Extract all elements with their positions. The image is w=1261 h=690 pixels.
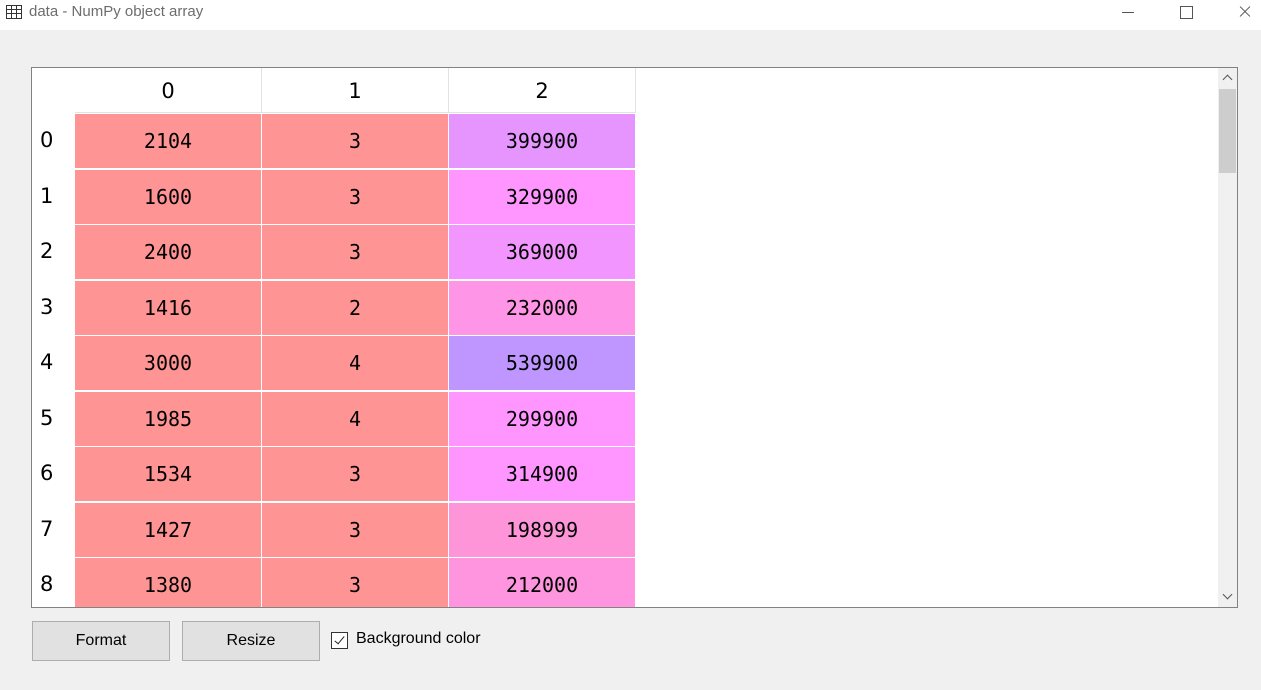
row-header[interactable]: 1: [32, 168, 75, 224]
window-title: data - NumPy object array: [29, 3, 204, 20]
table-cell[interactable]: 2: [262, 280, 448, 335]
maximize-button[interactable]: [1163, 0, 1209, 30]
table-cell[interactable]: 198999: [449, 502, 635, 557]
table-cell[interactable]: 3: [262, 225, 448, 279]
table-cell[interactable]: 399900: [449, 114, 635, 168]
table-cell[interactable]: 2104: [75, 114, 261, 168]
table-cell[interactable]: 1534: [75, 447, 261, 501]
format-button[interactable]: Format: [32, 621, 170, 661]
scroll-up-icon[interactable]: [1218, 68, 1237, 88]
table-cell[interactable]: 1380: [75, 558, 261, 607]
row-header[interactable]: 8: [32, 557, 75, 607]
table-cell[interactable]: 4: [262, 391, 448, 446]
row-header[interactable]: 5: [32, 390, 75, 446]
table-cell[interactable]: 1416: [75, 280, 261, 335]
minimize-button[interactable]: [1106, 0, 1152, 30]
table-cell[interactable]: 4: [262, 336, 448, 390]
table-corner: [32, 68, 75, 113]
table-cell[interactable]: 232000: [449, 280, 635, 335]
table-cell[interactable]: 2400: [75, 225, 261, 279]
table-cell[interactable]: 3: [262, 502, 448, 557]
column-header[interactable]: 2: [449, 68, 636, 113]
table-cell[interactable]: 3000: [75, 336, 261, 390]
scrollbar-thumb[interactable]: [1219, 89, 1236, 173]
table-cell[interactable]: 329900: [449, 169, 635, 224]
row-header[interactable]: 3: [32, 279, 75, 335]
table-cell[interactable]: 3: [262, 558, 448, 607]
table-cell[interactable]: 299900: [449, 391, 635, 446]
table-cell[interactable]: 3: [262, 447, 448, 501]
row-header[interactable]: 7: [32, 501, 75, 557]
column-header[interactable]: 0: [75, 68, 262, 113]
table-cell[interactable]: 1985: [75, 391, 261, 446]
close-button[interactable]: [1220, 0, 1261, 30]
background-color-checkbox[interactable]: [331, 632, 348, 649]
table-cell[interactable]: 3: [262, 169, 448, 224]
table-cell[interactable]: 369000: [449, 225, 635, 279]
table-cell[interactable]: 1427: [75, 502, 261, 557]
table-cell[interactable]: 3: [262, 114, 448, 168]
table-cell[interactable]: 314900: [449, 447, 635, 501]
column-header[interactable]: 1: [262, 68, 449, 113]
background-color-label: Background color: [356, 630, 481, 647]
vertical-scrollbar[interactable]: [1218, 68, 1237, 607]
array-table[interactable]: 0 1 2 0 2104 3 399900 1 1600 3 329900 2 2400 3 369000 3…: [31, 67, 1238, 608]
table-cell[interactable]: 539900: [449, 336, 635, 390]
table-icon: [6, 5, 22, 19]
row-header[interactable]: 6: [32, 446, 75, 501]
row-header[interactable]: 4: [32, 335, 75, 390]
table-cell[interactable]: 212000: [449, 558, 635, 607]
table-cell[interactable]: 1600: [75, 169, 261, 224]
resize-button[interactable]: Resize: [182, 621, 320, 661]
row-header[interactable]: 0: [32, 113, 75, 168]
row-header[interactable]: 2: [32, 224, 75, 279]
scroll-down-icon[interactable]: [1218, 587, 1237, 607]
title-bar: data - NumPy object array: [0, 0, 1261, 30]
